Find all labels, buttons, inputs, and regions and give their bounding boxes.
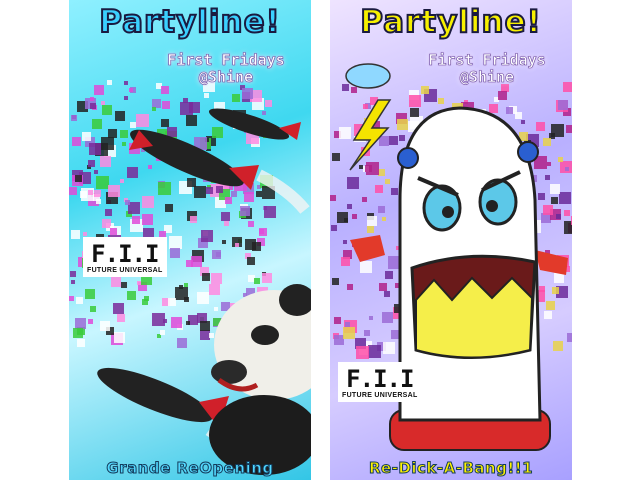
poster-title: Partyline! — [98, 3, 281, 41]
subtitle-line-1: First Fridays — [167, 51, 285, 69]
future-universal-logo: F.I.I FUTURE UNIVERSAL — [338, 362, 422, 402]
logo-text: FUTURE UNIVERSAL — [87, 267, 163, 274]
subtitle: First Fridays @Shine — [412, 51, 562, 86]
cloud-icon — [345, 63, 391, 89]
future-universal-logo: F.I.I FUTURE UNIVERSAL — [83, 237, 167, 277]
poster-grande-reopening: Partyline! First Fridays @Shine F.I.I FU… — [69, 0, 311, 480]
logo-mark: F.I.I — [91, 240, 159, 268]
poster-title: Partyline! — [359, 3, 542, 41]
logo-mark: F.I.I — [346, 365, 414, 393]
poster-re-dick-a-bang: Partyline! First Fridays @Shine F.I.I FU… — [330, 0, 572, 480]
subtitle-line-2: @Shine — [459, 68, 515, 86]
subtitle-line-2: @Shine — [198, 68, 254, 86]
rocket-icon — [97, 367, 229, 428]
panda-icon — [209, 284, 311, 475]
subtitle-line-1: First Fridays — [428, 51, 546, 69]
bottom-caption: Grande ReOpening — [106, 459, 274, 478]
bottom-caption: Re-Dick-A-Bang!!1 — [368, 459, 534, 478]
logo-text: FUTURE UNIVERSAL — [342, 392, 418, 399]
subtitle: First Fridays @Shine — [151, 51, 301, 86]
